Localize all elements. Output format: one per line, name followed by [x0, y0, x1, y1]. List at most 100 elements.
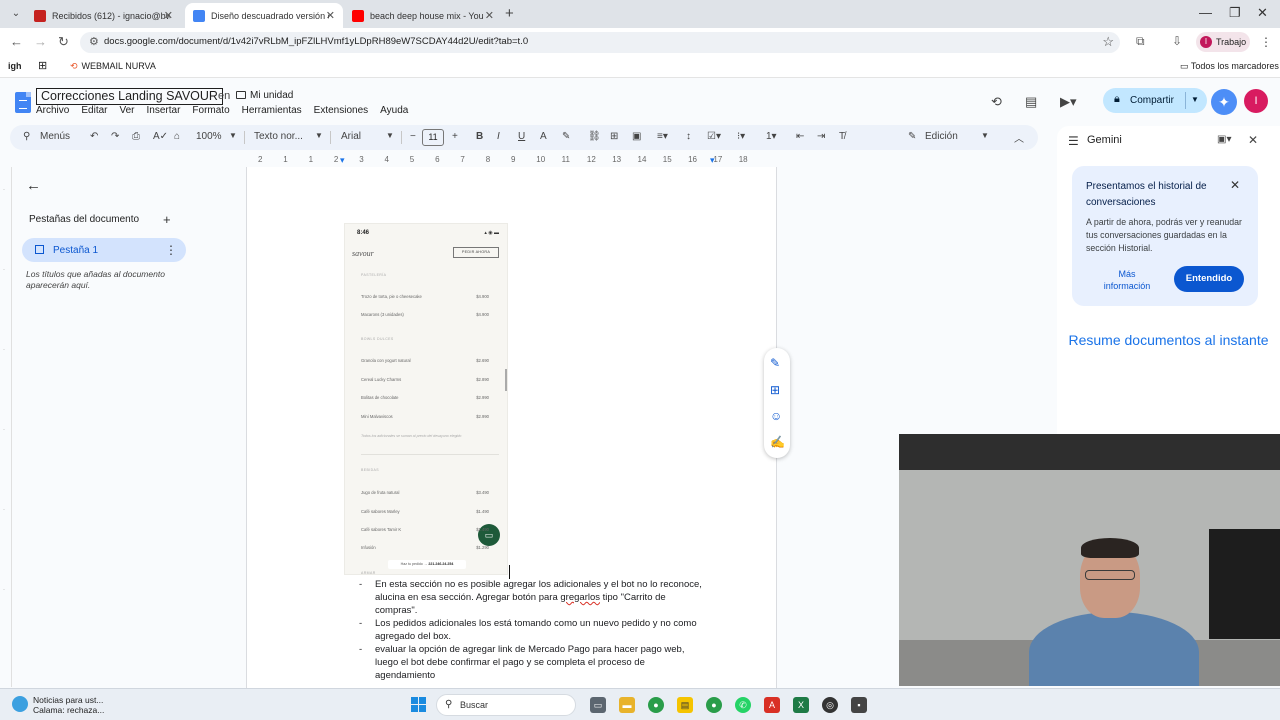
- hide-menus-icon[interactable]: ︿: [1014, 130, 1024, 145]
- horizontal-ruler[interactable]: 2 1 1 2 3 4 5 6 7 8 9 10 11 12 13 14 15 16 17 18 ▾ ▾: [248, 155, 776, 167]
- misspelled-word[interactable]: gregarlos: [560, 592, 600, 603]
- font-select[interactable]: Arial: [341, 131, 361, 142]
- task-view-icon[interactable]: ▭: [590, 697, 606, 713]
- file-explorer-icon[interactable]: ▬: [619, 697, 635, 713]
- link-icon[interactable]: ⛓: [588, 131, 601, 142]
- spellcheck-icon[interactable]: A✓: [153, 131, 168, 142]
- add-comment-icon[interactable]: ⊞: [610, 131, 618, 142]
- all-bookmarks[interactable]: ▭ Todos los marcadores: [1180, 61, 1279, 72]
- suggest-edit-icon[interactable]: ✍: [770, 435, 785, 449]
- acrobat-icon[interactable]: A: [764, 697, 780, 713]
- close-card-icon[interactable]: ✕: [1230, 178, 1240, 192]
- comments-icon[interactable]: ▤: [1025, 94, 1037, 110]
- close-tab-icon[interactable]: ✕: [164, 9, 173, 22]
- highlight-icon[interactable]: ✎: [562, 131, 570, 142]
- menu-ver[interactable]: Ver: [119, 105, 134, 116]
- menu-insertar[interactable]: Insertar: [147, 105, 181, 116]
- right-margin-marker[interactable]: ▾: [710, 155, 715, 166]
- magic-edit-icon[interactable]: ✎: [770, 356, 780, 370]
- bookmark-star-icon[interactable]: ☆: [1102, 34, 1114, 50]
- close-panel-icon[interactable]: ✕: [1248, 133, 1258, 147]
- profile-chip[interactable]: I Trabajo: [1196, 32, 1250, 52]
- more-info-link[interactable]: Más información: [1100, 268, 1154, 292]
- insert-image-icon[interactable]: ▣: [632, 131, 641, 142]
- clear-formatting-icon[interactable]: T̸: [839, 131, 845, 142]
- style-select[interactable]: Texto nor...: [254, 131, 303, 142]
- embedded-screenshot[interactable]: 8:46 ▴ ◉ ▬ savour PEDIR AHORA ▭ Haz tu p…: [344, 223, 508, 575]
- browser-tab-youtube[interactable]: beach deep house mix - You ✕: [344, 3, 502, 28]
- minimize-icon[interactable]: —: [1199, 5, 1212, 20]
- windows-start-icon[interactable]: [411, 697, 427, 713]
- increase-indent-icon[interactable]: ⇥: [817, 131, 825, 142]
- document-page[interactable]: 8:46 ▴ ◉ ▬ savour PEDIR AHORA ▭ Haz tu p…: [246, 167, 777, 689]
- excel-icon[interactable]: X: [793, 697, 809, 713]
- menu-archivo[interactable]: Archivo: [36, 105, 69, 116]
- meet-icon[interactable]: ▶▾: [1060, 94, 1077, 110]
- share-button[interactable]: 🔒︎ Compartir ▼: [1103, 88, 1207, 113]
- add-tab-icon[interactable]: +: [163, 212, 171, 227]
- history-icon[interactable]: ⟲: [991, 94, 1002, 110]
- url-field[interactable]: ⚙ docs.google.com/document/d/1v42i7vRLbM…: [80, 32, 1120, 53]
- panel-layout-icon[interactable]: ▣▾: [1217, 134, 1231, 145]
- menu-ayuda[interactable]: Ayuda: [380, 105, 408, 116]
- checklist-icon[interactable]: ☑▾: [707, 131, 721, 142]
- zoom-select[interactable]: 100%: [196, 131, 222, 142]
- sticky-notes-icon[interactable]: ▤: [677, 697, 693, 713]
- menus-search[interactable]: Menús: [40, 131, 70, 142]
- new-tab-icon[interactable]: +: [505, 5, 514, 22]
- increase-font-icon[interactable]: +: [452, 131, 458, 142]
- italic-icon[interactable]: I: [497, 131, 500, 142]
- close-window-icon[interactable]: ✕: [1257, 5, 1268, 21]
- bold-icon[interactable]: B: [476, 131, 483, 142]
- chrome-profile-icon[interactable]: ●: [706, 697, 722, 713]
- understood-button[interactable]: Entendido: [1174, 266, 1244, 292]
- taskbar-search[interactable]: ⚲ Buscar: [436, 694, 576, 716]
- close-tab-icon[interactable]: ✕: [485, 9, 494, 22]
- gemini-icon[interactable]: ✦: [1211, 89, 1237, 115]
- bookmark-webmail-nurva[interactable]: ⟲ WEBMAIL NURVA: [70, 61, 156, 72]
- font-size-input[interactable]: 11: [422, 129, 444, 146]
- notes-list[interactable]: En esta sección no es posible agregar lo…: [357, 578, 702, 682]
- menu-extensiones[interactable]: Extensiones: [314, 105, 368, 116]
- tab-search-icon[interactable]: ⌄: [8, 6, 24, 22]
- browser-tab-docs[interactable]: Diseño descuadrado versión co ✕: [185, 3, 343, 28]
- decrease-font-icon[interactable]: −: [410, 131, 416, 142]
- bulleted-list-icon[interactable]: ⁝▾: [737, 131, 745, 142]
- chevron-down-icon[interactable]: ▼: [1191, 95, 1199, 104]
- print-icon[interactable]: ⎙: [132, 131, 140, 142]
- emoji-reaction-icon[interactable]: ☺: [770, 409, 782, 423]
- search-icon[interactable]: ⚲: [23, 131, 30, 142]
- decrease-indent-icon[interactable]: ⇤: [796, 131, 804, 142]
- undo-icon[interactable]: ↶: [90, 131, 98, 142]
- account-avatar[interactable]: I: [1244, 89, 1268, 113]
- line-spacing-icon[interactable]: ↕: [686, 131, 691, 142]
- indent-marker[interactable]: ▾: [340, 155, 345, 166]
- restore-icon[interactable]: ❐: [1229, 5, 1241, 21]
- back-icon[interactable]: ←: [10, 34, 23, 49]
- close-tab-icon[interactable]: ✕: [326, 9, 335, 22]
- browser-menu-icon[interactable]: ⋮: [1260, 35, 1272, 49]
- menu-formato[interactable]: Formato: [192, 105, 229, 116]
- menu-editar[interactable]: Editar: [81, 105, 107, 116]
- bookmark-item[interactable]: igh: [8, 61, 22, 71]
- text-color-icon[interactable]: A: [540, 131, 547, 142]
- numbered-list-icon[interactable]: 1▾: [766, 131, 777, 142]
- app-icon[interactable]: ▪: [851, 697, 867, 713]
- whatsapp-icon[interactable]: ✆: [735, 697, 751, 713]
- forward-icon[interactable]: →: [34, 34, 47, 49]
- reload-icon[interactable]: ↻: [58, 34, 69, 50]
- add-comment-icon[interactable]: ⊞: [770, 383, 780, 397]
- menu-herramientas[interactable]: Herramientas: [242, 105, 302, 116]
- apps-grid-icon[interactable]: ⊞: [38, 59, 47, 72]
- site-info-icon[interactable]: ⚙: [89, 35, 99, 48]
- docs-logo-icon[interactable]: [15, 92, 31, 113]
- align-icon[interactable]: ≡▾: [657, 131, 668, 142]
- document-tab-1[interactable]: Pestaña 1 ⋮: [22, 238, 186, 262]
- underline-icon[interactable]: U: [518, 131, 525, 142]
- menu-icon[interactable]: ☰: [1068, 134, 1079, 148]
- editing-mode-select[interactable]: Edición: [925, 131, 958, 142]
- app-icon[interactable]: ◎: [822, 697, 838, 713]
- redo-icon[interactable]: ↷: [111, 131, 119, 142]
- close-outline-icon[interactable]: ←: [26, 177, 41, 194]
- move-to-folder[interactable]: Mi unidad: [236, 90, 293, 101]
